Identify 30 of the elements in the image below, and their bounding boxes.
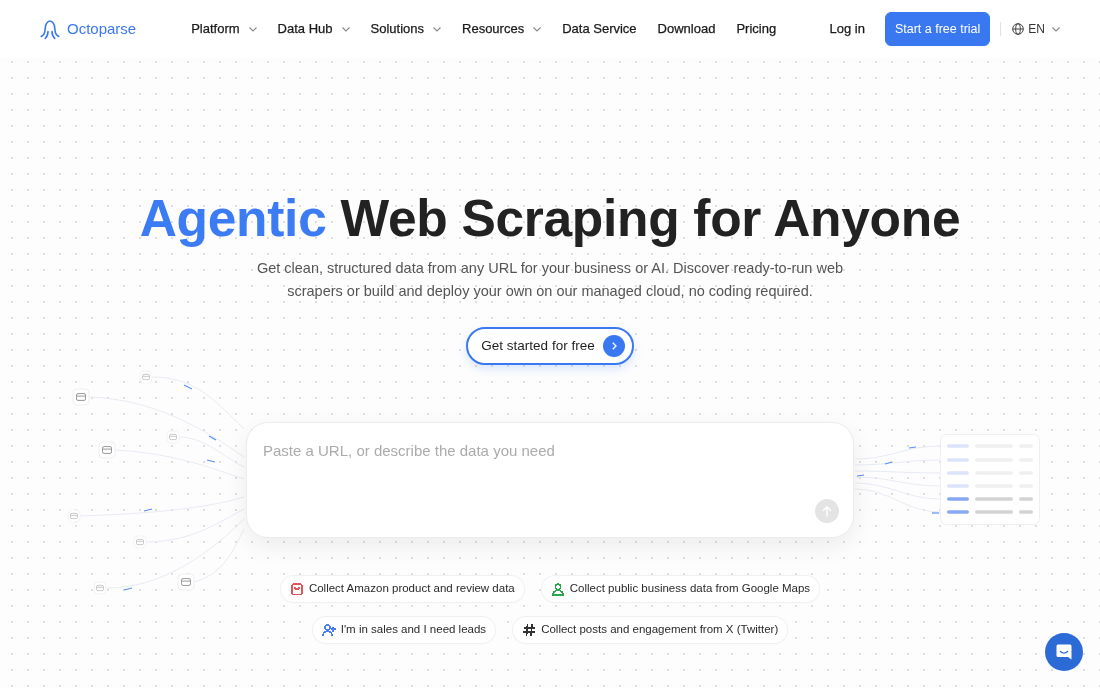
nav-link[interactable]: Download: [657, 19, 716, 39]
caret-icon: [341, 26, 350, 32]
chevron-right-icon: [602, 335, 625, 357]
nav-link[interactable]: Data Hub: [277, 19, 350, 39]
get-started-button[interactable]: Get started for free: [466, 327, 634, 365]
caret-icon: [1052, 26, 1060, 32]
language-selector[interactable]: EN: [1012, 20, 1060, 38]
caret-icon: [248, 26, 257, 32]
free-trial-button[interactable]: Start a free trial: [884, 11, 991, 47]
nav-link[interactable]: Data Service: [562, 19, 637, 39]
suggestion-chip[interactable]: Collect posts and engagement from X (Twitter): [513, 617, 788, 643]
nav-link[interactable]: Resources: [462, 19, 542, 39]
suggestion-chip[interactable]: I'm in sales and I need leads: [312, 617, 496, 643]
chat-button[interactable]: [1045, 633, 1083, 671]
prompt-field[interactable]: Paste a URL, or describe the data you need: [246, 422, 854, 538]
nav-link[interactable]: Pricing: [736, 19, 777, 39]
octopus-icon: [40, 18, 60, 40]
login-link[interactable]: Log in: [829, 19, 865, 39]
globe-icon: [1012, 23, 1025, 35]
caret-icon: [533, 26, 542, 32]
suggestion-chip[interactable]: Collect Amazon product and review data: [280, 576, 524, 602]
hero-title: Agentic Web Scraping for Anyone: [138, 188, 962, 248]
nav-link[interactable]: Platform: [191, 19, 257, 39]
caret-icon: [433, 26, 441, 32]
nav-link[interactable]: Solutions: [370, 19, 441, 39]
suggestion-chip[interactable]: Collect public business data from Google Maps: [541, 576, 820, 602]
logo[interactable]: Octoparse: [40, 17, 137, 41]
arrow-up-icon: [822, 505, 832, 517]
hero-subtitle: Get clean, structured data from any URL for your business or AI. Discover ready-to-run web scrapers or build and deploy your own on our managed cloud, no coding required.: [255, 259, 845, 301]
chat-icon: [1055, 643, 1073, 661]
